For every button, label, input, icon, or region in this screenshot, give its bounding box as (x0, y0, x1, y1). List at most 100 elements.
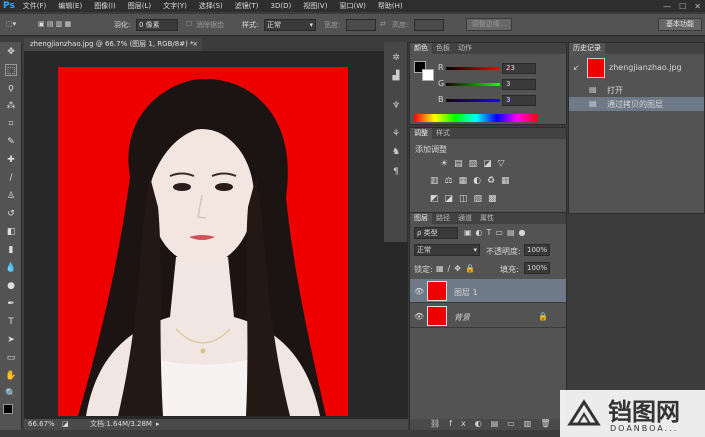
history-item-copy-layer[interactable]: ▤ 通过拷贝的图层 (569, 97, 704, 111)
lasso-tool-icon[interactable]: ϙ (5, 82, 17, 94)
adjustment-row-1-icons[interactable]: ☀▤▧◪▽ (440, 159, 511, 169)
menu-window[interactable]: 窗口(W) (339, 1, 365, 11)
foreground-color-swatch[interactable] (3, 404, 13, 414)
3d-icon[interactable]: ✲ (390, 52, 402, 64)
r-label: R (438, 63, 444, 72)
menu-select[interactable]: 选择(S) (199, 1, 223, 11)
layer-kind-filter[interactable]: ρ 类型 (414, 227, 458, 239)
snapshot-name[interactable]: zhengjianzhao.jpg (609, 63, 682, 72)
hand-tool-icon[interactable]: ✋ (5, 370, 17, 382)
tools-panel: ✥ ⬚ ϙ ⁂ ⌗ ✎ ✚ ∕ ♙ ↺ ◧ ▮ 💧 ● ✒ T ➤ ▭ ✋ 🔍 (0, 42, 22, 430)
gradient-tool-icon[interactable]: ▮ (5, 244, 17, 256)
layer-filter-icons[interactable]: ▣◐T▭▤● (464, 228, 530, 237)
eye-icon[interactable]: 👁 (414, 287, 424, 296)
fill-input[interactable]: 100% (524, 262, 550, 274)
menu-file[interactable]: 文件(F) (23, 1, 47, 11)
brush-tool-icon[interactable]: ∕ (5, 172, 17, 184)
menu-view[interactable]: 视图(V) (303, 1, 327, 11)
refine-edge-button[interactable]: 调整边缘... (466, 18, 512, 31)
tab-actions[interactable]: 动作 (454, 43, 476, 54)
path-select-icon[interactable]: ➤ (5, 334, 17, 346)
healing-brush-icon[interactable]: ✚ (5, 154, 17, 166)
portrait-photo[interactable] (58, 67, 348, 416)
tab-channels[interactable]: 通道 (454, 213, 476, 224)
paragraph-icon[interactable]: ¶ (390, 166, 402, 178)
minimize-icon[interactable]: — (663, 2, 671, 11)
close-tab-icon[interactable]: × (192, 38, 198, 51)
marquee-tool-icon[interactable]: ⬚ (5, 64, 17, 76)
marquee-tool-icon[interactable]: ⬚▾ (6, 20, 16, 28)
snapshot-thumbnail[interactable] (587, 58, 605, 78)
eye-icon[interactable]: 👁 (414, 312, 424, 321)
dodge-tool-icon[interactable]: ● (5, 280, 17, 292)
history-brush-icon[interactable]: ↺ (5, 208, 17, 220)
tab-layers[interactable]: 图层 (410, 213, 432, 224)
style-select[interactable]: 正常 ▾ (264, 19, 316, 31)
color-spectrum[interactable] (414, 114, 538, 122)
menu-type[interactable]: 文字(Y) (163, 1, 187, 11)
close-icon[interactable]: ✕ (694, 2, 701, 11)
tab-swatches[interactable]: 色板 (432, 43, 454, 54)
menu-edit[interactable]: 编辑(E) (58, 1, 82, 11)
menu-layer[interactable]: 图层(L) (128, 1, 151, 11)
tab-color[interactable]: 颜色 (410, 43, 432, 54)
tab-styles[interactable]: 样式 (432, 128, 454, 139)
r-slider[interactable] (446, 67, 500, 70)
feather-input[interactable]: 0 像素 (136, 19, 178, 31)
layer-row-background[interactable]: 👁 背景 🔒 (410, 304, 566, 328)
clone-stamp-icon[interactable]: ♙ (5, 190, 17, 202)
tab-paths[interactable]: 路径 (432, 213, 454, 224)
tab-adjustments[interactable]: 调整 (410, 128, 432, 139)
eraser-icon[interactable]: ◧ (5, 226, 17, 238)
adjustment-row-3-icons[interactable]: ◩◪◫▨▩ (430, 194, 503, 204)
eyedropper-icon[interactable]: ✎ (5, 136, 17, 148)
antialias-checkbox[interactable]: ☐ (186, 20, 192, 28)
swap-icon[interactable]: ⇄ (380, 20, 386, 28)
quick-select-icon[interactable]: ⁂ (5, 100, 17, 112)
b-value[interactable]: 3 (502, 95, 536, 106)
status-arrow-icon[interactable]: ▸ (156, 419, 160, 430)
layers-footer-icons[interactable]: ⛓fx◐▤▭▥🗑 (410, 419, 566, 430)
type-tool-icon[interactable]: T (5, 316, 17, 328)
histogram-icon[interactable]: ▟ (390, 70, 402, 82)
bg-color-chip[interactable] (422, 69, 434, 81)
zoom-tool-icon[interactable]: 🔍 (5, 388, 17, 400)
menu-3d[interactable]: 3D(D) (271, 2, 292, 10)
crop-tool-icon[interactable]: ⌗ (5, 118, 17, 130)
character-icon[interactable]: ♞ (390, 146, 402, 158)
document-tab[interactable]: zhengjianzhao.jpg @ 66.7% (图层 1, RGB/8#)… (24, 38, 202, 51)
opacity-input[interactable]: 100% (524, 244, 550, 256)
workspace-switcher[interactable]: 基本功能 (658, 18, 702, 31)
width-input[interactable] (346, 19, 376, 31)
shape-tool-icon[interactable]: ▭ (5, 352, 17, 364)
selection-mode-icons[interactable]: ▣ ▤ ▥ ▦ (38, 20, 71, 28)
brush-preset-icon[interactable]: ♆ (390, 100, 402, 112)
layer-row-1[interactable]: 👁 图层 1 (410, 279, 566, 303)
blur-tool-icon[interactable]: 💧 (5, 262, 17, 274)
tab-properties[interactable]: 属性 (476, 213, 498, 224)
zoom-level[interactable]: 66.67% (28, 419, 55, 430)
r-value[interactable]: 23 (502, 63, 536, 74)
g-slider[interactable] (446, 83, 500, 86)
pen-tool-icon[interactable]: ✒ (5, 298, 17, 310)
menu-help[interactable]: 帮助(H) (378, 1, 403, 11)
adjustment-row-2-icons[interactable]: ▥⚖▦◐♻▦ (430, 176, 516, 186)
maximize-icon[interactable]: ☐ (679, 2, 686, 11)
snapshot-brush-icon[interactable]: ↙ (573, 63, 580, 72)
blend-mode-select[interactable]: 正常 ▾ (414, 244, 480, 256)
move-tool-icon[interactable]: ✥ (5, 46, 17, 58)
status-menu-icon[interactable]: ◪ (62, 419, 69, 430)
b-slider[interactable] (446, 99, 500, 102)
style-label: 样式: (242, 21, 259, 29)
height-input[interactable] (414, 19, 444, 31)
history-item-open[interactable]: ▤ 打开 (569, 83, 704, 97)
lock-icons[interactable]: ▦∕✥🔒 (436, 264, 479, 273)
tab-history[interactable]: 历史记录 (569, 43, 605, 54)
menu-image[interactable]: 图像(I) (94, 1, 116, 11)
menu-filter[interactable]: 滤镜(T) (235, 1, 259, 11)
clone-source-icon[interactable]: ⚘ (390, 128, 402, 140)
g-value[interactable]: 3 (502, 79, 536, 90)
watermark-logo: 铛图网 DOANBOA... (560, 390, 705, 437)
menu-bar: Ps 文件(F) 编辑(E) 图像(I) 图层(L) 文字(Y) 选择(S) 滤… (0, 0, 705, 12)
opacity-label: 不透明度: (486, 247, 521, 256)
